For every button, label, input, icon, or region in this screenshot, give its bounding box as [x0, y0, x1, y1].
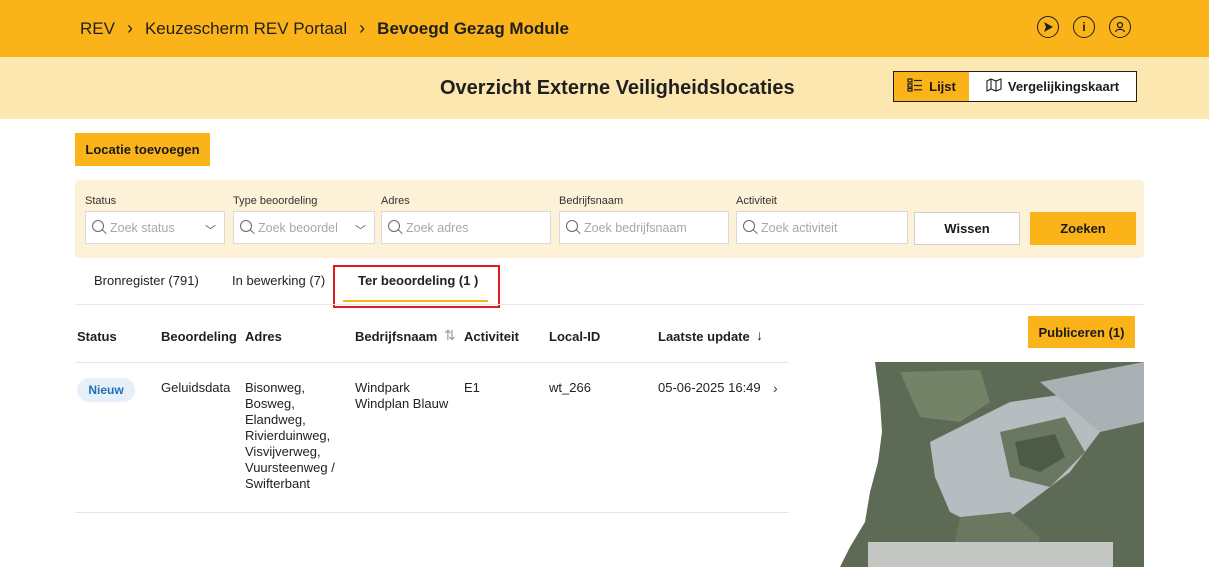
search-button[interactable]: Zoeken: [1030, 212, 1136, 245]
sort-icon[interactable]: ⇅: [444, 327, 456, 344]
top-bar: REV › Keuzescherm REV Portaal › Bevoegd …: [0, 0, 1209, 57]
column-header-local-id[interactable]: Local-ID: [549, 329, 600, 344]
list-view-label: Lijst: [929, 79, 956, 94]
search-icon: [388, 220, 403, 235]
adres-line: Visvijverweg,: [245, 444, 321, 459]
breadcrumb-current: Bevoegd Gezag Module: [377, 18, 569, 38]
column-header-laatste-update[interactable]: Laatste update: [658, 329, 750, 344]
type-filter-placeholder: Zoek beoordel: [258, 220, 338, 235]
bedrijfsnaam-line: Windpark: [355, 380, 410, 395]
status-filter-placeholder: Zoek status: [110, 220, 175, 235]
status-filter-select[interactable]: Zoek status ﹀: [85, 211, 225, 244]
breadcrumb-separator: ›: [126, 18, 133, 38]
view-toggle: Lijst Vergelijkingskaart: [893, 71, 1137, 102]
status-badge: Nieuw: [77, 378, 135, 402]
search-icon: [743, 220, 758, 235]
cell-bedrijfsnaam: Windpark Windplan Blauw: [355, 380, 448, 412]
clear-filters-button[interactable]: Wissen: [914, 212, 1020, 245]
row-divider: [75, 512, 789, 513]
map-view-label: Vergelijkingskaart: [1007, 79, 1120, 94]
tab-highlight-box: [333, 265, 500, 308]
adres-line: Bisonweg,: [245, 380, 305, 395]
sort-descending-icon[interactable]: ↓: [756, 327, 763, 343]
adres-filter-placeholder: Zoek adres: [406, 220, 469, 235]
satellite-map: [840, 362, 1144, 567]
tabs-divider: [75, 304, 1144, 305]
breadcrumb-keuzescherm[interactable]: Keuzescherm REV Portaal: [145, 19, 347, 39]
cell-activiteit: E1: [464, 380, 480, 395]
chevron-down-icon: ﹀: [355, 225, 366, 237]
adres-line: Rivierduinweg,: [245, 428, 331, 443]
column-header-bedrijfsnaam[interactable]: Bedrijfsnaam: [355, 329, 437, 344]
activiteit-filter-label: Activiteit: [736, 195, 777, 207]
adres-line: Vuursteenweg /: [245, 460, 335, 475]
map-view[interactable]: [840, 362, 1144, 567]
tab-in-bewerking[interactable]: In bewerking (7): [232, 273, 325, 288]
cell-adres: Bisonweg, Bosweg, Elandweg, Rivierduinwe…: [245, 380, 335, 492]
add-location-button[interactable]: Locatie toevoegen: [75, 133, 210, 166]
table-header-divider: [75, 362, 789, 363]
breadcrumb-separator: ›: [359, 18, 366, 38]
column-header-status[interactable]: Status: [77, 329, 117, 344]
type-filter-select[interactable]: Zoek beoordel ﹀: [233, 211, 375, 244]
list-view-button[interactable]: Lijst: [894, 72, 969, 101]
bedrijfsnaam-line: Windplan Blauw: [355, 396, 449, 411]
search-icon: [92, 220, 107, 235]
chevron-down-icon: ﹀: [205, 225, 216, 237]
filter-panel: Status Zoek status ﹀ Type beoordeling Zo…: [75, 180, 1144, 258]
tab-bronregister[interactable]: Bronregister (791): [94, 273, 199, 288]
adres-line: Elandweg,: [245, 412, 306, 427]
cell-beoordeling: Geluidsdata: [161, 380, 231, 395]
adres-search-input[interactable]: Zoek adres: [381, 211, 551, 244]
type-filter-label: Type beoordeling: [233, 195, 318, 207]
bedrijf-filter-placeholder: Zoek bedrijfsnaam: [584, 220, 687, 235]
search-icon: [240, 220, 255, 235]
column-header-activiteit[interactable]: Activiteit: [464, 329, 519, 344]
column-header-beoordeling[interactable]: Beoordeling: [161, 329, 237, 344]
column-header-adres[interactable]: Adres: [245, 329, 282, 344]
list-icon: [907, 78, 923, 95]
map-icon: [986, 78, 1002, 95]
bedrijf-filter-label: Bedrijfsnaam: [559, 195, 624, 207]
publish-button[interactable]: Publiceren (1): [1028, 316, 1135, 348]
adres-line: Swifterbant: [245, 476, 311, 491]
chevron-right-icon[interactable]: ›: [773, 380, 778, 396]
cell-laatste-update: 05-06-2025 16:49: [658, 380, 761, 395]
adres-filter-label: Adres: [381, 195, 410, 207]
search-icon: [566, 220, 581, 235]
activiteit-search-input[interactable]: Zoek activiteit: [736, 211, 908, 244]
page-title: Overzicht Externe Veiligheidslocaties: [440, 77, 795, 99]
user-icon[interactable]: [1109, 16, 1131, 38]
bedrijf-search-input[interactable]: Zoek bedrijfsnaam: [559, 211, 729, 244]
compass-icon[interactable]: [1037, 16, 1059, 38]
status-filter-label: Status: [85, 195, 117, 207]
breadcrumb-rev[interactable]: REV: [80, 19, 115, 39]
activiteit-filter-placeholder: Zoek activiteit: [761, 220, 838, 235]
adres-line: Bosweg,: [245, 396, 295, 411]
header-icons: i: [1037, 16, 1131, 38]
map-view-button[interactable]: Vergelijkingskaart: [969, 72, 1136, 101]
cell-local-id: wt_266: [549, 380, 591, 395]
info-icon[interactable]: i: [1073, 16, 1095, 38]
